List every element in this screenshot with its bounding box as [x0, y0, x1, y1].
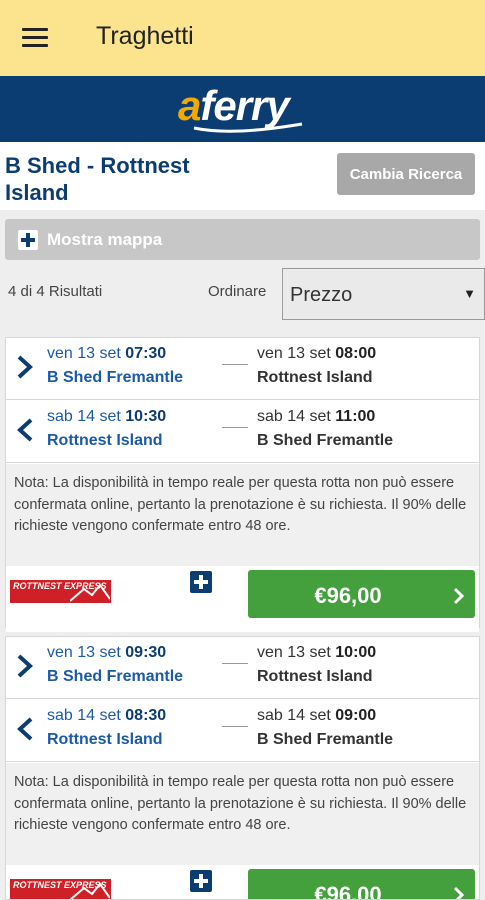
price-label: €96,00: [314, 583, 382, 608]
card-footer: ROTTNEST EXPRESS €96,00: [6, 865, 479, 899]
arrival-port: B Shed Fremantle: [257, 731, 394, 748]
sort-label: Ordinare: [208, 283, 267, 300]
plus-icon: [18, 230, 38, 250]
chevron-right-icon: [17, 654, 33, 678]
show-map-button[interactable]: Mostra mappa: [5, 219, 480, 260]
result-card: ven 13 set 07:30 B Shed Fremantle ven 13…: [5, 337, 480, 632]
app-bar: Traghetti: [0, 0, 485, 76]
availability-note: Nota: La disponibilità in tempo reale pe…: [6, 763, 479, 865]
arrival-port: Rottnest Island: [257, 369, 373, 386]
arrival-date: ven 13 set 08:00: [257, 345, 377, 362]
chevron-right-icon: [17, 355, 33, 379]
arrival-date: sab 14 set 09:00: [257, 707, 377, 724]
operator-wave-icon: [70, 882, 110, 899]
price-label: €96,00: [314, 882, 382, 899]
outbound-leg[interactable]: ven 13 set 07:30 B Shed Fremantle ven 13…: [6, 338, 479, 400]
arrival-date: sab 14 set 11:00: [257, 408, 376, 425]
departure-date: sab 14 set 08:30: [47, 707, 167, 724]
sort-select[interactable]: Prezzo ▼: [282, 268, 485, 320]
dropdown-caret-icon: ▼: [463, 286, 476, 301]
departure-date: sab 14 set 10:30: [47, 408, 167, 425]
arrival-port: B Shed Fremantle: [257, 432, 394, 449]
departure-date: ven 13 set 09:30: [47, 644, 167, 661]
result-card: ven 13 set 09:30 B Shed Fremantle ven 13…: [5, 636, 480, 900]
arrival-date: ven 13 set 10:00: [257, 644, 377, 661]
card-footer: ROTTNEST EXPRESS €96,00: [6, 566, 479, 632]
expand-details-icon[interactable]: [190, 571, 212, 593]
route-header: B Shed - Rottnest Island Cambia Ricerca: [0, 142, 485, 210]
arrival-port: Rottnest Island: [257, 668, 373, 685]
departure-port: B Shed Fremantle: [47, 668, 184, 685]
chevron-right-icon: [453, 587, 465, 605]
departure-port: B Shed Fremantle: [47, 369, 184, 386]
brand-bar: aferry: [0, 76, 485, 142]
return-leg[interactable]: sab 14 set 08:30 Rottnest Island sab 14 …: [6, 700, 479, 762]
app-title: Traghetti: [96, 22, 194, 50]
show-map-label: Mostra mappa: [47, 230, 163, 249]
price-button[interactable]: €96,00: [248, 869, 475, 899]
expand-details-icon[interactable]: [190, 870, 212, 892]
chevron-left-icon: [17, 418, 33, 442]
operator-logo: ROTTNEST EXPRESS: [10, 879, 111, 899]
sort-selected-value: Prezzo: [290, 284, 353, 306]
leg-separator: [222, 663, 248, 664]
departure-port: Rottnest Island: [47, 432, 163, 449]
return-leg[interactable]: sab 14 set 10:30 Rottnest Island sab 14 …: [6, 401, 479, 463]
availability-note: Nota: La disponibilità in tempo reale pe…: [6, 464, 479, 566]
leg-separator: [222, 364, 248, 365]
route-title: B Shed - Rottnest Island: [5, 153, 190, 205]
operator-wave-icon: [70, 583, 110, 602]
hamburger-menu-icon[interactable]: [22, 28, 48, 48]
aferry-logo: aferry: [178, 82, 308, 134]
operator-logo: ROTTNEST EXPRESS: [10, 580, 111, 603]
departure-date: ven 13 set 07:30: [47, 345, 167, 362]
results-count: 4 di 4 Risultati: [8, 283, 103, 300]
chevron-right-icon: [453, 886, 465, 899]
leg-separator: [222, 726, 248, 727]
chevron-left-icon: [17, 717, 33, 741]
leg-separator: [222, 427, 248, 428]
outbound-leg[interactable]: ven 13 set 09:30 B Shed Fremantle ven 13…: [6, 637, 479, 699]
price-button[interactable]: €96,00: [248, 570, 475, 618]
departure-port: Rottnest Island: [47, 731, 163, 748]
change-search-button[interactable]: Cambia Ricerca: [337, 153, 475, 195]
logo-swoosh-icon: [193, 122, 303, 133]
